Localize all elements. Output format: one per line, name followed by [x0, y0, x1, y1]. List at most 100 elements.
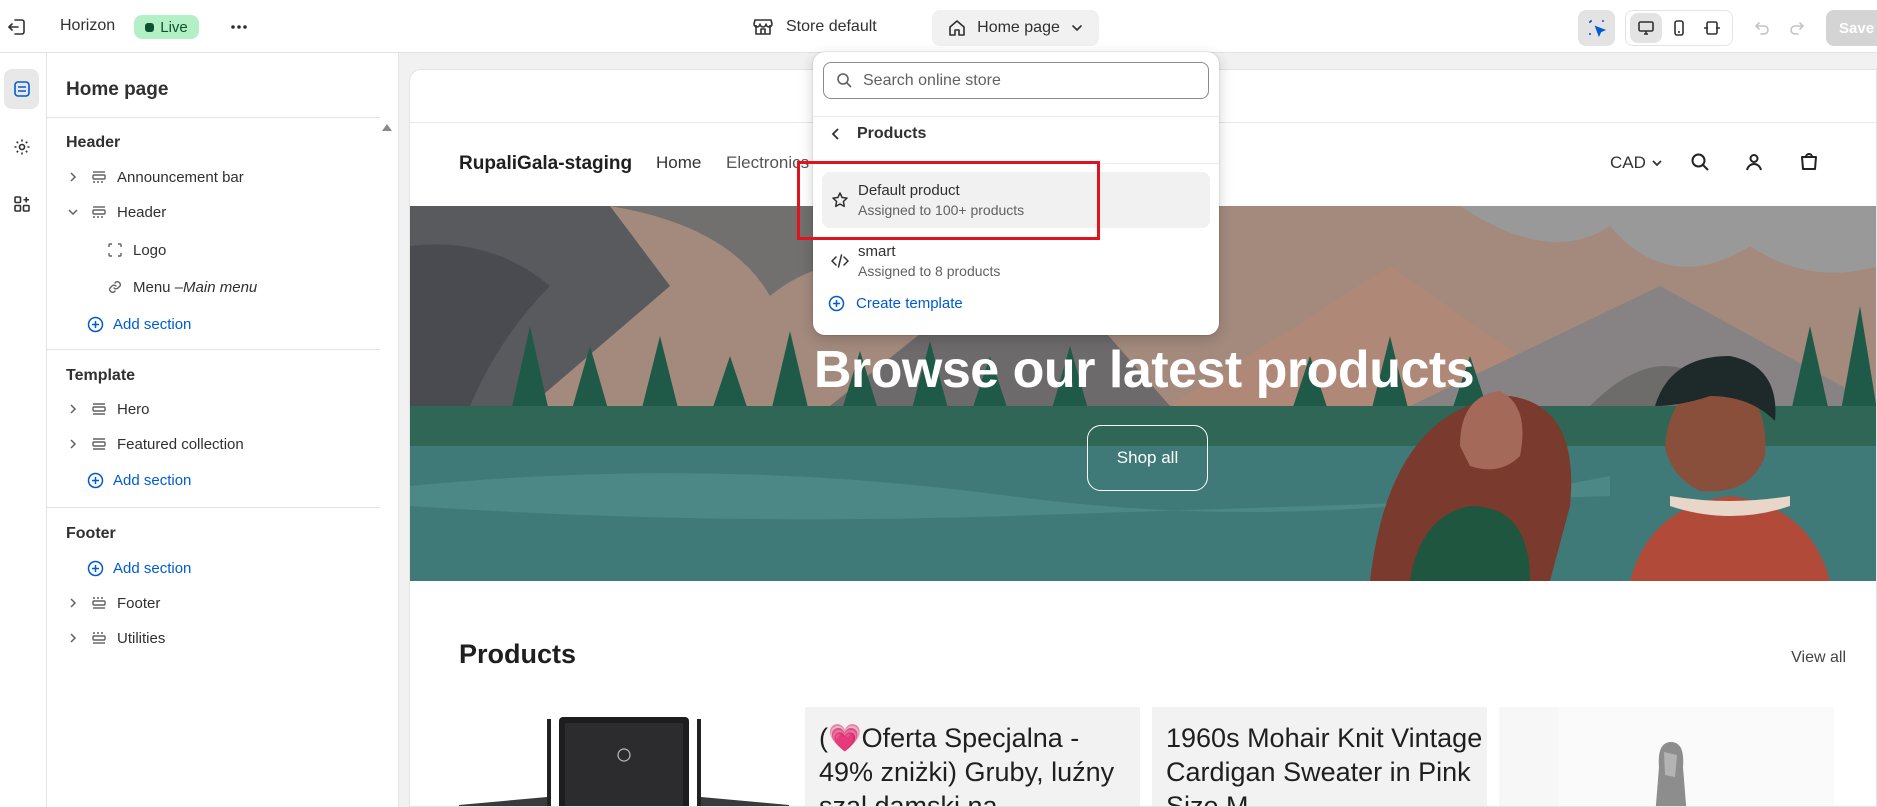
template-option-subtitle: Assigned to 8 products	[858, 263, 1001, 279]
search-field[interactable]	[823, 62, 1209, 99]
rail-settings-button[interactable]	[4, 127, 39, 167]
add-section-label: Add section	[113, 315, 192, 333]
rail-apps-button[interactable]	[4, 184, 39, 224]
create-template-label: Create template	[856, 294, 963, 312]
chevron-right-icon[interactable]	[63, 171, 83, 183]
undo-button[interactable]	[1745, 10, 1779, 46]
home-icon	[947, 18, 967, 38]
sidebar-item-label: Menu –	[133, 278, 184, 296]
cart-icon[interactable]	[1798, 150, 1820, 172]
back-label: Products	[857, 125, 927, 142]
view-all-link[interactable]: View all	[1791, 649, 1846, 667]
sidebar-item-sublabel: Main menu	[183, 278, 258, 296]
sections-sidebar: Home page Header Announcement bar Header…	[47, 53, 399, 807]
mobile-icon	[1670, 19, 1688, 37]
search-icon[interactable]	[1689, 151, 1711, 173]
exit-button[interactable]	[6, 16, 28, 38]
sidebar-item-menu[interactable]: Menu – Main menu	[105, 272, 257, 302]
store-logo-text[interactable]: RupaliGala-staging	[459, 153, 632, 175]
page-selector-button[interactable]: Home page	[932, 10, 1099, 46]
add-section-template-button[interactable]: Add section	[85, 465, 191, 495]
sidebar-item-label: Utilities	[117, 629, 166, 647]
ellipsis-icon	[228, 16, 250, 38]
sidebar-item-utilities[interactable]: Utilities	[63, 623, 165, 653]
add-section-footer-button[interactable]: Add section	[85, 553, 191, 583]
currency-selector[interactable]: CAD	[1610, 153, 1664, 173]
desktop-view-button[interactable]	[1630, 13, 1662, 43]
create-template-button[interactable]: Create template	[822, 288, 963, 318]
sidebar-item-footer[interactable]: Footer	[63, 588, 160, 618]
chevron-down-icon[interactable]	[63, 206, 83, 218]
sidebar-item-label: Featured collection	[117, 435, 244, 453]
plus-circle-icon	[85, 316, 105, 333]
chevron-down-icon	[1650, 156, 1664, 170]
live-dot-icon	[145, 22, 155, 32]
exit-icon	[6, 16, 28, 38]
search-input[interactable]	[863, 71, 1193, 90]
theme-name: Horizon	[60, 17, 116, 34]
group-template-label: Template	[66, 367, 136, 384]
sidebar-item-label: Announcement bar	[117, 168, 244, 186]
desktop-icon	[1637, 19, 1655, 37]
apps-icon	[13, 195, 31, 213]
sidebar-item-hero[interactable]: Hero	[63, 394, 150, 424]
code-icon	[822, 252, 858, 270]
product-title: 1960s Mohair Knit Vintage Cardigan Sweat…	[1166, 723, 1483, 807]
rail-sections-button[interactable]	[4, 69, 39, 109]
product-card[interactable]	[459, 707, 789, 806]
more-actions-button[interactable]	[228, 16, 250, 38]
page-selector-label: Home page	[977, 19, 1060, 36]
nav-link-home[interactable]: Home	[656, 153, 701, 173]
template-option-title: smart	[858, 243, 896, 260]
chevron-right-icon[interactable]	[63, 438, 83, 450]
undo-icon	[1753, 19, 1771, 37]
product-card[interactable]: 1960s Mohair Knit Vintage Cardigan Sweat…	[1152, 707, 1487, 807]
save-button[interactable]: Save	[1826, 10, 1877, 46]
sidebar-item-label: Logo	[133, 241, 167, 259]
inspector-toggle-button[interactable]	[1578, 10, 1615, 46]
sidebar-item-label: Header	[117, 203, 167, 221]
store-selector[interactable]: Store default	[752, 16, 877, 38]
fullscreen-icon	[1703, 19, 1721, 37]
divider	[47, 507, 380, 508]
footer-section-icon	[89, 630, 109, 646]
sidebar-item-logo[interactable]: Logo	[105, 235, 166, 265]
chevron-down-icon	[1070, 21, 1084, 35]
account-icon[interactable]	[1743, 151, 1765, 173]
sidebar-item-featured-collection[interactable]: Featured collection	[63, 429, 244, 459]
chevron-right-icon[interactable]	[63, 403, 83, 415]
live-label: Live	[160, 18, 188, 36]
sidebar-item-header[interactable]: Header	[63, 197, 166, 227]
hero-title: Browse our latest products	[813, 341, 1475, 399]
section-icon	[89, 401, 109, 417]
chevron-right-icon[interactable]	[63, 632, 83, 644]
link-icon	[105, 279, 125, 295]
fullwidth-view-button[interactable]	[1696, 13, 1728, 43]
chevron-left-icon	[823, 127, 849, 141]
product-card[interactable]	[1499, 707, 1834, 806]
scroll-up-icon[interactable]	[381, 121, 393, 133]
gear-icon	[13, 138, 31, 156]
editor-topbar: Horizon Live Store default Home page Sav…	[0, 0, 1877, 53]
search-icon	[836, 72, 853, 89]
add-section-header-button[interactable]: Add section	[85, 309, 191, 339]
mobile-view-button[interactable]	[1662, 13, 1696, 43]
editor-rail	[0, 53, 47, 807]
sidebar-item-announcement-bar[interactable]: Announcement bar	[63, 162, 244, 192]
section-layout-icon	[89, 169, 109, 185]
logo-frame-icon	[105, 242, 125, 258]
chevron-right-icon[interactable]	[63, 597, 83, 609]
plus-circle-icon	[85, 560, 105, 577]
divider	[47, 349, 380, 350]
redo-button[interactable]	[1780, 10, 1814, 46]
live-badge: Live	[134, 15, 199, 39]
section-icon	[89, 436, 109, 452]
back-to-templates-button[interactable]: Products	[823, 119, 926, 149]
sculpture-image	[1559, 707, 1834, 806]
shop-all-button[interactable]: Shop all	[1087, 425, 1208, 491]
template-option-smart[interactable]: smart Assigned to 8 products	[822, 233, 1210, 289]
product-card[interactable]: (💗Oferta Specjalna - 49% zniżki) Gruby, …	[805, 707, 1140, 806]
highlight-box	[797, 161, 1100, 240]
device-toggle-group	[1625, 10, 1733, 46]
divider	[813, 116, 1219, 117]
